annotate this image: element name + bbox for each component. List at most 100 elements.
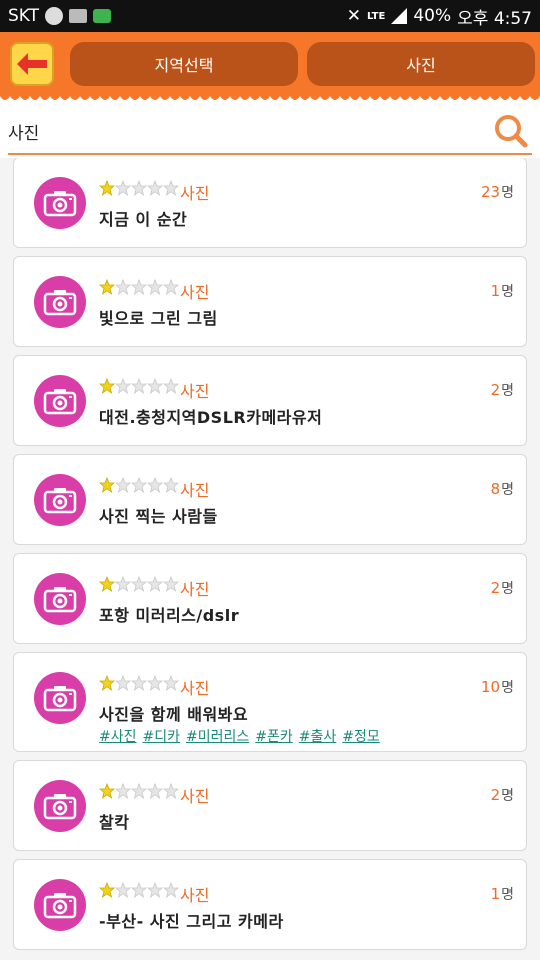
hashtag-link[interactable]: #사진 <box>99 726 137 746</box>
member-count-value: 10 <box>481 678 501 696</box>
club-category: 사진 <box>180 679 210 698</box>
club-avatar <box>34 177 86 229</box>
club-list[interactable]: 사진 23명 지금 이 순간 사진 1명 빛으로 그린 그림 사진 2명 대전.충청지역DS… <box>0 158 540 960</box>
club-list-item[interactable]: 사진 2명대전.충청지역DSLR카메라유저 <box>13 355 527 446</box>
star-empty-icon <box>131 675 147 691</box>
header-wave-divider <box>0 96 540 104</box>
hashtag-link[interactable]: #정모 <box>342 726 380 746</box>
club-list-item[interactable]: 사진 2명찰칵 <box>13 760 527 851</box>
member-count-unit: 명 <box>501 581 514 597</box>
club-rating-stars <box>99 279 179 295</box>
star-empty-icon <box>131 576 147 592</box>
camera-icon <box>43 488 77 514</box>
member-count-unit: 명 <box>501 788 514 804</box>
mute-icon: ✕ <box>346 6 361 26</box>
club-list-item[interactable]: 사진 8명사진 찍는 사람들 <box>13 454 527 545</box>
club-category: 사진 <box>180 481 210 500</box>
star-empty-icon <box>115 783 131 799</box>
club-title: 지금 이 순간 <box>99 210 188 229</box>
line-notification-icon <box>93 9 112 23</box>
star-empty-icon <box>147 279 163 295</box>
camera-icon <box>43 389 77 415</box>
status-bar: SKT ✕ LTE 40% 오후 4:57 <box>0 0 540 32</box>
network-label: LTE <box>366 10 386 22</box>
hashtag-link[interactable]: #폰카 <box>255 726 293 746</box>
star-empty-icon <box>131 180 147 196</box>
club-member-count: 10명 <box>481 677 514 697</box>
star-empty-icon <box>131 882 147 898</box>
club-avatar <box>34 474 86 526</box>
star-empty-icon <box>163 882 179 898</box>
camera-icon <box>43 794 77 820</box>
talk-notification-icon <box>45 7 64 25</box>
star-empty-icon <box>163 675 179 691</box>
club-rating-stars <box>99 378 179 394</box>
search-icon[interactable] <box>494 114 528 148</box>
member-count-value: 8 <box>490 480 501 498</box>
club-title: 대전.충청지역DSLR카메라유저 <box>99 408 323 427</box>
member-count-value: 2 <box>490 786 501 804</box>
club-member-count: 1명 <box>491 884 514 904</box>
star-filled-icon <box>99 477 115 493</box>
club-member-count: 2명 <box>491 380 514 400</box>
club-rating-stars <box>99 477 179 493</box>
hashtag-link[interactable]: #미러리스 <box>186 726 249 746</box>
club-list-item[interactable]: 사진 23명지금 이 순간 <box>13 158 527 248</box>
star-empty-icon <box>115 882 131 898</box>
star-empty-icon <box>115 576 131 592</box>
club-member-count: 2명 <box>491 785 514 805</box>
club-title: -부산- 사진 그리고 카메라 <box>99 912 284 931</box>
star-filled-icon <box>99 675 115 691</box>
member-count-value: 1 <box>490 282 501 300</box>
member-count-value: 23 <box>481 183 501 201</box>
search-bar <box>0 104 540 158</box>
star-empty-icon <box>131 378 147 394</box>
star-filled-icon <box>99 576 115 592</box>
club-list-item[interactable]: 사진 10명 사진을 함께 배워봐요 #사진 #디카 #미러리스 #폰카 #출사 #정모 <box>13 652 527 752</box>
club-rating-stars <box>99 576 179 592</box>
star-filled-icon <box>99 378 115 394</box>
category-button[interactable]: 사진 <box>307 42 535 86</box>
club-avatar <box>34 879 86 931</box>
member-count-unit: 명 <box>501 284 514 300</box>
star-empty-icon <box>131 279 147 295</box>
club-rating-stars <box>99 675 179 691</box>
star-empty-icon <box>163 180 179 196</box>
search-input[interactable] <box>8 114 488 148</box>
club-list-item[interactable]: 사진 1명 -부산- 사진 그리고 카메라 <box>13 859 527 950</box>
star-empty-icon <box>147 675 163 691</box>
club-member-count: 23명 <box>481 182 514 202</box>
club-member-count: 2명 <box>491 578 514 598</box>
app-header: 지역선택 사진 <box>0 32 540 96</box>
back-button[interactable] <box>10 42 54 86</box>
search-underline <box>8 153 532 155</box>
camera-icon <box>43 587 77 613</box>
club-avatar <box>34 573 86 625</box>
club-list-item[interactable]: 사진 2명 포항 미러리스/dslr <box>13 553 527 644</box>
club-category: 사진 <box>180 382 210 401</box>
club-category: 사진 <box>180 787 210 806</box>
battery-label: 40% <box>413 6 452 26</box>
star-filled-icon <box>99 279 115 295</box>
camera-icon <box>43 290 77 316</box>
back-arrow-icon <box>17 53 47 75</box>
club-category: 사진 <box>180 184 210 203</box>
carrier-label: SKT <box>8 6 40 26</box>
star-empty-icon <box>147 180 163 196</box>
club-category: 사진 <box>180 886 210 905</box>
club-avatar <box>34 276 86 328</box>
member-count-value: 2 <box>490 579 501 597</box>
club-member-count: 8명 <box>491 479 514 499</box>
image-notification-icon <box>69 9 88 23</box>
member-count-unit: 명 <box>501 887 514 903</box>
club-title: 사진 찍는 사람들 <box>99 507 218 526</box>
region-select-button[interactable]: 지역선택 <box>70 42 298 86</box>
camera-icon <box>43 686 77 712</box>
club-title: 찰칵 <box>99 813 130 832</box>
hashtag-link[interactable]: #디카 <box>143 726 181 746</box>
club-avatar <box>34 672 86 724</box>
star-empty-icon <box>147 882 163 898</box>
member-count-unit: 명 <box>501 185 514 201</box>
hashtag-link[interactable]: #출사 <box>299 726 337 746</box>
club-list-item[interactable]: 사진 1명 빛으로 그린 그림 <box>13 256 527 347</box>
